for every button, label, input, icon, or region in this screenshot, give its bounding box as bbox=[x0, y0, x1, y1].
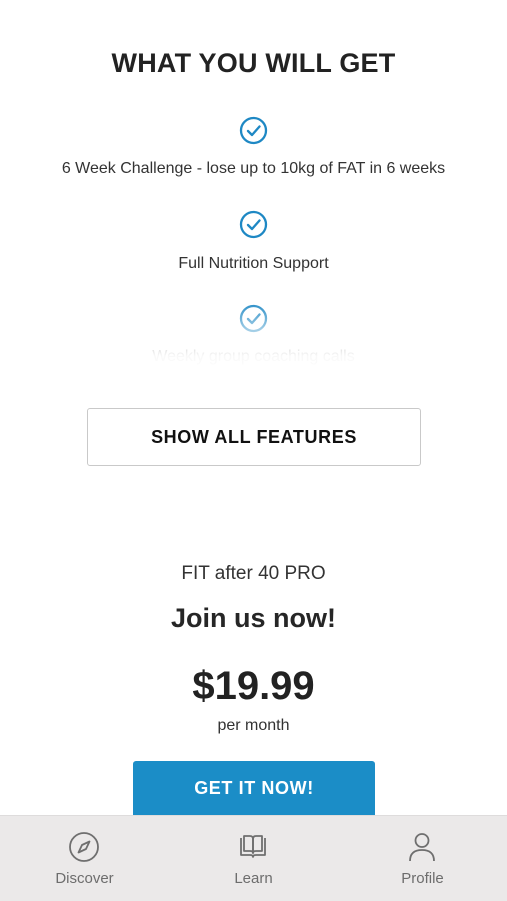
feature-item-label: 6 Week Challenge - lose up to 10kg of FA… bbox=[61, 160, 446, 177]
compass-icon bbox=[69, 832, 99, 862]
user-icon bbox=[409, 833, 435, 862]
feature-item-label: Full Nutrition Support bbox=[178, 255, 329, 272]
check-circle-icon bbox=[239, 304, 268, 333]
tab-label: Learn bbox=[234, 870, 273, 887]
tab-label: Profile bbox=[401, 870, 444, 887]
tab-learn[interactable]: Learn bbox=[169, 816, 338, 901]
plan-period: per month bbox=[217, 717, 290, 734]
tab-label: Discover bbox=[55, 870, 114, 887]
check-circle-icon bbox=[239, 210, 268, 239]
show-all-features-button[interactable]: SHOW ALL FEATURES bbox=[87, 408, 421, 466]
plan-headline: Join us now! bbox=[171, 603, 336, 633]
get-it-now-label: GET IT NOW! bbox=[194, 778, 314, 798]
feature-item-label: Weekly group coaching calls bbox=[152, 348, 355, 365]
book-icon bbox=[240, 835, 266, 858]
plan-price: $19.99 bbox=[192, 664, 315, 708]
check-circle-icon bbox=[239, 116, 268, 145]
tab-profile[interactable]: Profile bbox=[338, 816, 507, 901]
tab-discover[interactable]: Discover bbox=[0, 816, 169, 901]
bottom-tab-bar: Discover Learn Profile bbox=[0, 815, 507, 901]
plan-name: FIT after 40 PRO bbox=[181, 563, 326, 584]
get-it-now-button[interactable]: GET IT NOW! bbox=[133, 761, 375, 819]
section-title: WHAT YOU WILL GET bbox=[111, 48, 396, 78]
